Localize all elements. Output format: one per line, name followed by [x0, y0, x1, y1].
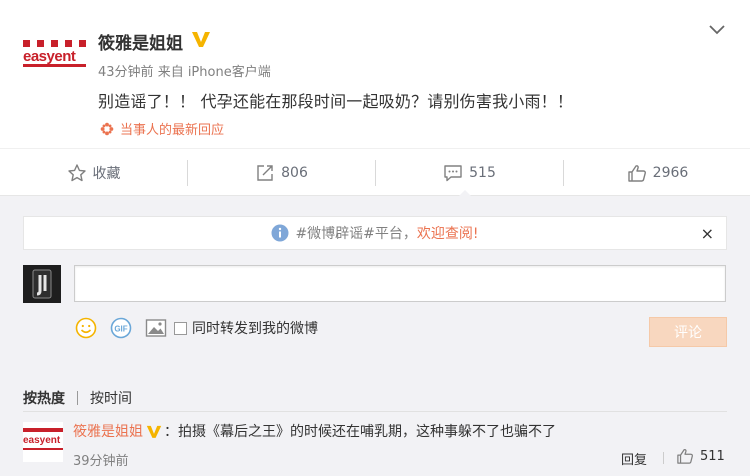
post-author-name[interactable]: 筱雅是姐姐	[98, 29, 183, 54]
comment-item: 筱雅是姐姐 ：拍摄《幕后之王》的时候还在哺乳期，这种事躲不了也骗不了	[73, 421, 556, 441]
avatar-logo-text: easyent	[23, 48, 76, 65]
composer-toolbar: GIF 同时转发到我的微博	[75, 316, 318, 340]
comment-time: 39分钟前	[73, 454, 129, 469]
current-user-avatar[interactable]	[23, 265, 61, 303]
notice-text: #微博辟谣#平台，	[295, 226, 417, 242]
latest-response-label: 当事人的最新回应	[120, 123, 225, 138]
sort-divider	[77, 391, 78, 405]
gif-icon[interactable]: GIF	[110, 317, 132, 339]
weibo-post: easyent 筱雅是姐姐 43分钟前 来自 iPhone客户端 别造谣了！！ …	[0, 0, 750, 148]
chevron-down-icon[interactable]	[708, 22, 726, 36]
thumbs-up-icon	[627, 165, 646, 182]
close-icon[interactable]: ×	[701, 224, 714, 243]
post-meta: 43分钟前 来自 iPhone客户端	[98, 61, 271, 80]
comment-section: #微博辟谣#平台， 欢迎查阅! × GIF 同时转发到我的微博 评论 按热度 按…	[0, 196, 750, 476]
comment-text: ：拍摄《幕后之王》的时候还在哺乳期，这种事躲不了也骗不了	[164, 424, 556, 440]
commenter-avatar[interactable]: easyent	[23, 422, 63, 462]
post-content: 别造谣了！！ 代孕还能在那段时间一起吸奶？请别伤害我小雨！！	[98, 92, 574, 111]
comment-input[interactable]	[74, 265, 726, 302]
rumor-notice-banner: #微博辟谣#平台， 欢迎查阅! ×	[23, 216, 727, 250]
comment-button[interactable]: 515	[376, 149, 563, 197]
commenter-name[interactable]: 筱雅是姐姐	[73, 421, 143, 441]
favorite-label: 收藏	[92, 166, 121, 182]
like-button[interactable]: 2966	[564, 149, 750, 197]
avatar-logo-text: easyent	[23, 435, 61, 446]
sort-by-time[interactable]: 按时间	[90, 388, 132, 408]
comment-like-button[interactable]: 511	[676, 448, 725, 464]
comment-icon	[444, 165, 462, 182]
verified-v-icon	[192, 32, 210, 47]
submit-comment-button[interactable]: 评论	[649, 317, 727, 347]
post-time[interactable]: 43分钟前	[98, 65, 154, 80]
sort-divider-line	[23, 411, 727, 412]
post-action-bar: 收藏 806 515 2966	[0, 148, 750, 197]
post-author-avatar[interactable]: easyent	[23, 40, 86, 67]
favorite-button[interactable]: 收藏	[0, 149, 187, 197]
star-icon	[67, 164, 86, 182]
comment-count: 515	[469, 165, 496, 181]
repost-checkbox-label[interactable]: 同时转发到我的微博	[192, 318, 318, 338]
info-icon	[271, 224, 289, 242]
comment-reply-button[interactable]: 回复	[621, 449, 647, 468]
svg-text:GIF: GIF	[114, 325, 127, 334]
comment-action-divider	[663, 452, 664, 464]
latest-response-link[interactable]: 当事人的最新回应	[98, 119, 224, 138]
repost-checkbox[interactable]	[174, 321, 187, 335]
post-source: 来自 iPhone客户端	[157, 65, 271, 80]
repost-icon	[257, 165, 273, 181]
flower-icon	[100, 122, 114, 136]
comment-sort-bar: 按热度 按时间	[23, 388, 132, 408]
sort-by-hot[interactable]: 按热度	[23, 388, 65, 408]
repost-button[interactable]: 806	[188, 149, 375, 197]
jersey-logo-icon	[23, 265, 61, 303]
repost-count: 806	[281, 165, 308, 181]
comment-like-count: 511	[700, 448, 725, 464]
emoji-icon[interactable]	[75, 317, 97, 339]
image-icon[interactable]	[145, 317, 167, 339]
thumbs-up-icon	[677, 449, 693, 464]
verified-v-icon	[146, 425, 162, 438]
notice-link[interactable]: 欢迎查阅!	[417, 223, 479, 243]
like-count: 2966	[652, 165, 689, 181]
